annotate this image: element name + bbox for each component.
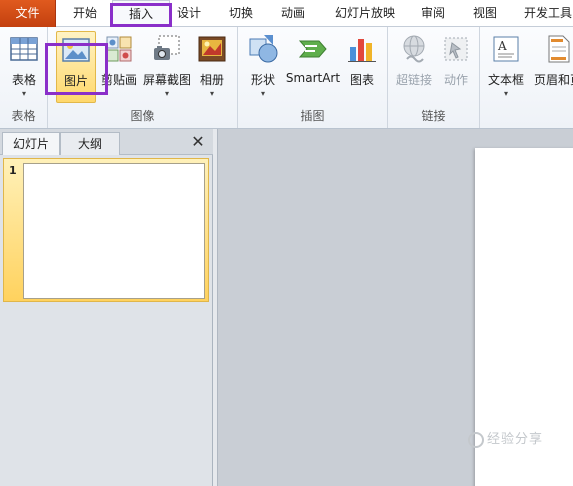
slide-thumbnail[interactable] (23, 163, 205, 299)
table-icon (10, 37, 38, 61)
picture-button-highlight (45, 43, 108, 95)
screenshot-icon (154, 35, 180, 60)
action-icon (444, 37, 468, 61)
ribbon-tab-bar: 文件 开始 插入 设计 切换 动画 幻灯片放映 审阅 视图 开发工具 (0, 0, 573, 28)
tab-home[interactable]: 开始 (60, 0, 110, 27)
hyperlink-globe-icon (403, 35, 425, 63)
table-button[interactable]: 表格 ▾ (6, 31, 42, 103)
shapes-icon (249, 35, 278, 63)
slides-pane: 幻灯片 大纲 ✕ 1 (0, 129, 213, 486)
photo-album-icon (198, 36, 226, 62)
chart-icon (348, 39, 376, 62)
group-links: 超链接 动作 链接 (388, 27, 480, 128)
smartart-icon (298, 40, 327, 58)
slide-number: 1 (9, 164, 17, 177)
group-text: A 文本框 ▾ 页眉和页 (480, 27, 573, 128)
tab-developer[interactable]: 开发工具 (518, 0, 573, 27)
action-label: 动作 (443, 73, 468, 87)
chevron-down-icon: ▾ (260, 89, 265, 98)
group-label-links: 链接 (421, 109, 446, 123)
album-button[interactable]: 相册 ▾ (194, 31, 230, 103)
textbox-button[interactable]: A 文本框 ▾ (488, 31, 524, 103)
pane-tabs: 幻灯片 大纲 ✕ (0, 129, 213, 155)
insert-tab-highlight (110, 3, 172, 27)
group-illustrations: 形状 ▾ SmartArt 图表 插图 (238, 27, 388, 128)
watermark-text: 经验分享 (487, 432, 544, 447)
chevron-down-icon: ▾ (21, 89, 26, 98)
chevron-down-icon: ▾ (164, 89, 169, 98)
watermark-logo-icon (468, 431, 484, 448)
group-label-illustrations: 插图 (300, 109, 325, 123)
group-label-images: 图像 (130, 109, 155, 123)
chevron-down-icon: ▾ (503, 89, 508, 98)
group-label-table: 表格 (11, 109, 36, 123)
tab-review[interactable]: 审阅 (414, 0, 452, 27)
album-label: 相册 (199, 73, 224, 87)
hyperlink-button[interactable]: 超链接 (394, 31, 434, 103)
header-footer-label: 页眉和页 (534, 73, 573, 87)
slide-thumbnail-row[interactable]: 1 (3, 158, 209, 302)
shapes-button[interactable]: 形状 ▾ (244, 31, 282, 103)
tab-design[interactable]: 设计 (170, 0, 208, 27)
tab-transitions[interactable]: 切换 (222, 0, 260, 27)
tab-view[interactable]: 视图 (466, 0, 504, 27)
action-button[interactable]: 动作 (438, 31, 474, 103)
textbox-icon: A (493, 36, 519, 62)
tab-slideshow[interactable]: 幻灯片放映 (330, 0, 400, 27)
chart-label: 图表 (349, 73, 374, 87)
tab-animations[interactable]: 动画 (274, 0, 312, 27)
tab-slides[interactable]: 幻灯片 (2, 132, 60, 155)
textbox-label: 文本框 (487, 73, 524, 87)
watermark: 经验分享 (468, 428, 543, 448)
svg-text:A: A (497, 39, 507, 53)
smartart-button[interactable]: SmartArt (286, 31, 340, 103)
group-table: 表格 ▾ 表格 (0, 27, 48, 128)
header-footer-button[interactable]: 页眉和页 (534, 31, 573, 103)
header-footer-icon (548, 35, 570, 63)
chart-button[interactable]: 图表 (344, 31, 380, 103)
tab-file[interactable]: 文件 (0, 0, 56, 27)
chevron-down-icon: ▾ (209, 89, 214, 98)
screenshot-button[interactable]: 屏幕截图 ▾ (143, 31, 191, 103)
tab-outline[interactable]: 大纲 (60, 132, 120, 155)
close-icon[interactable]: ✕ (189, 132, 207, 152)
